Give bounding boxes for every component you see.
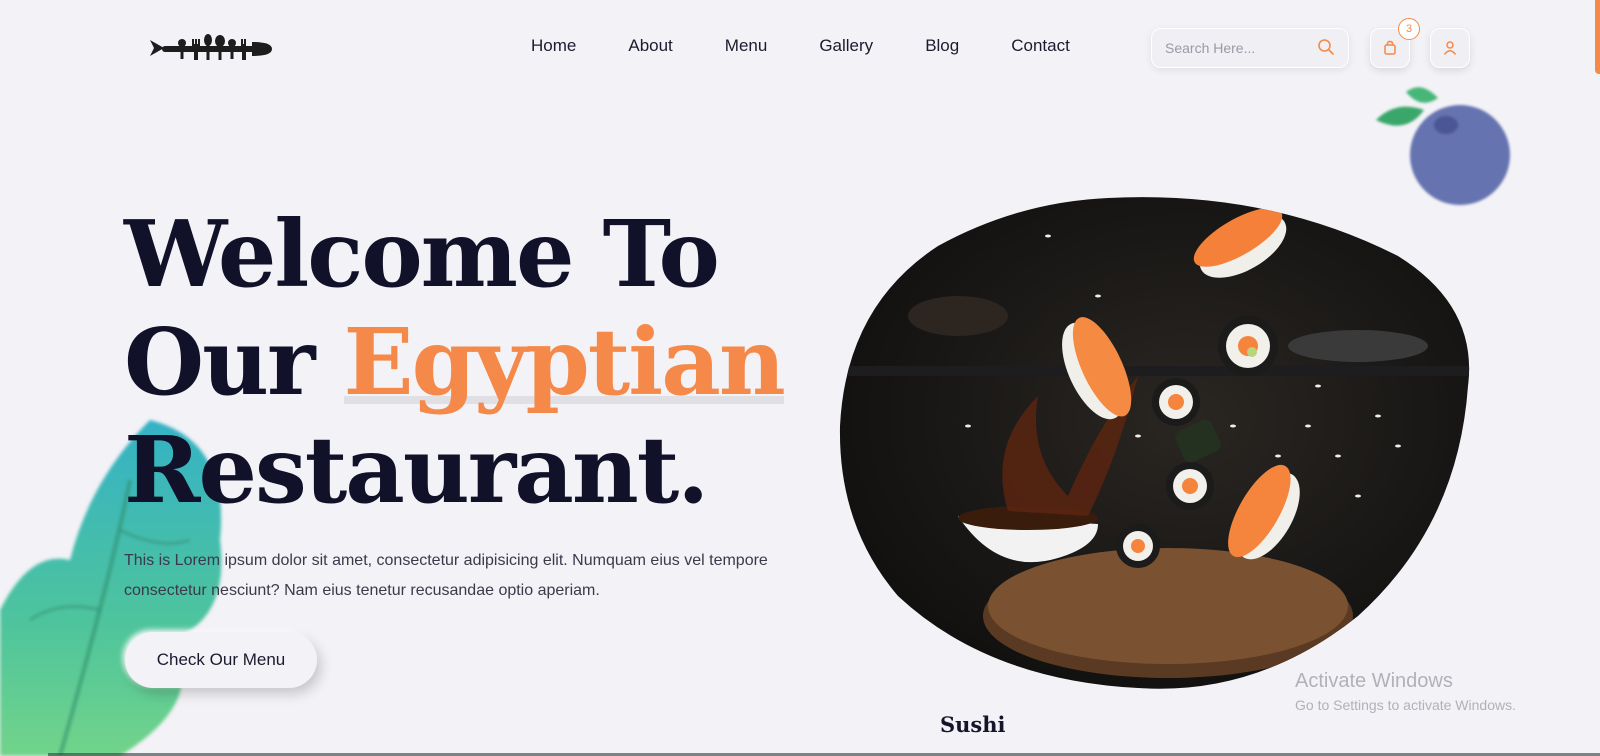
hero-title-plain: Our (124, 308, 344, 416)
watermark-title: Activate Windows (1295, 670, 1453, 692)
featured-dish-label: Sushi (940, 712, 1006, 737)
nav-gallery[interactable]: Gallery (819, 36, 873, 56)
windows-activation-watermark: Activate Windows Go to Settings to activ… (1295, 670, 1516, 713)
blueberry-decoration (1376, 87, 1510, 205)
nav-blog[interactable]: Blog (925, 36, 959, 56)
scrollbar-thumb[interactable] (1595, 0, 1600, 74)
sushi-hero-image (839, 197, 1470, 689)
nav-contact[interactable]: Contact (1011, 36, 1070, 56)
hero-description: This is Lorem ipsum dolor sit amet, cons… (124, 552, 768, 599)
main-nav: Home About Menu Gallery Blog Contact (531, 36, 1122, 56)
hero-title-line2: Our Egyptian (124, 308, 786, 416)
hero-title: Welcome To Our Egyptian Restaurant. (124, 200, 786, 524)
user-icon (1443, 41, 1457, 55)
nav-menu[interactable]: Menu (725, 36, 768, 56)
cart-count-badge: 3 (1398, 18, 1420, 40)
shopping-bag-icon (1384, 40, 1396, 55)
nav-about[interactable]: About (628, 36, 672, 56)
hero-title-line1: Welcome To (124, 200, 720, 308)
watermark-subtitle: Go to Settings to activate Windows. (1295, 697, 1516, 713)
cart-button[interactable]: 3 (1370, 18, 1420, 68)
search-box (1151, 28, 1349, 68)
hero-title-accent: Egyptian (343, 308, 786, 416)
hero-title-line3: Restaurant. (124, 416, 709, 524)
nav-home[interactable]: Home (531, 36, 576, 56)
check-menu-button[interactable]: Check Our Menu (125, 632, 317, 688)
search-icon[interactable] (1317, 38, 1335, 56)
user-button[interactable] (1430, 28, 1470, 68)
restaurant-logo[interactable] (148, 30, 274, 66)
search-input[interactable] (1165, 40, 1315, 56)
